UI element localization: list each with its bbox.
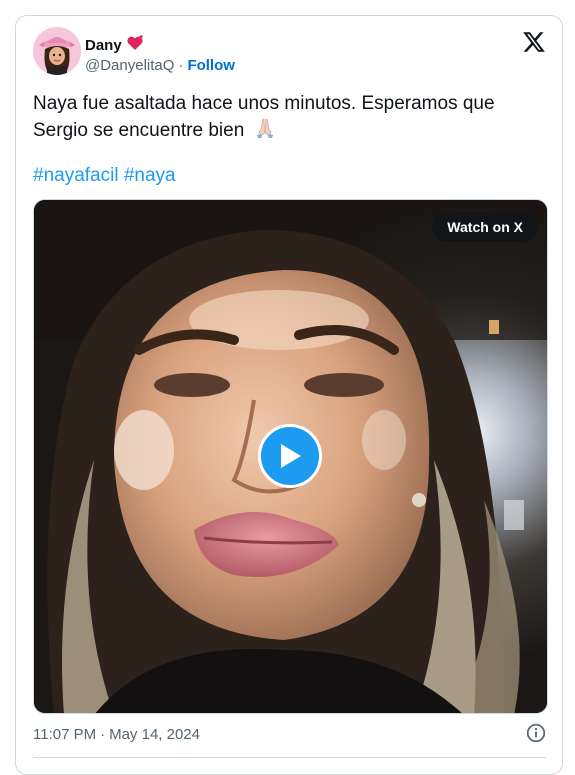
author-handle[interactable]: @DanyelitaQ (85, 56, 174, 76)
follow-button[interactable]: Follow (187, 56, 235, 76)
play-icon[interactable] (258, 424, 322, 488)
tweet-text: Naya fue asaltada hace unos minutos. Esp… (33, 91, 533, 147)
x-logo-icon[interactable] (522, 30, 546, 54)
hashtags: #nayafacil #naya (33, 163, 176, 189)
info-icon[interactable] (526, 723, 546, 743)
author-handle-row: @DanyelitaQ · Follow (85, 56, 235, 76)
tweet-card[interactable]: Dany @DanyelitaQ · Follow Naya fue asalt… (15, 15, 563, 775)
timestamp[interactable]: 11:07 PM · May 14, 2024 (33, 725, 200, 745)
tweet-time[interactable]: 11:07 PM (33, 725, 96, 745)
hashtag-link[interactable]: #naya (124, 165, 176, 186)
tweet-text-line-2: Sergio se encuentre bien (33, 117, 533, 147)
watch-on-x-button[interactable]: Watch on X (432, 212, 538, 242)
tweet-text-line-1: Naya fue asaltada hace unos minutos. Esp… (33, 93, 495, 114)
author-name[interactable]: Dany (85, 36, 122, 56)
separator: · (100, 726, 106, 743)
divider (33, 757, 546, 758)
praying-hands-icon (254, 117, 276, 147)
separator: · (178, 57, 184, 74)
heart-icon (126, 35, 144, 57)
avatar-illustration (33, 27, 81, 75)
hashtag-link[interactable]: #nayafacil (33, 165, 119, 186)
tweet-date[interactable]: May 14, 2024 (109, 725, 200, 745)
avatar[interactable] (33, 27, 81, 75)
tweet-text-line-2-text: Sergio se encuentre bien (33, 120, 245, 141)
author-name-row[interactable]: Dany (85, 35, 144, 57)
video-player[interactable]: Watch on X (33, 199, 548, 714)
